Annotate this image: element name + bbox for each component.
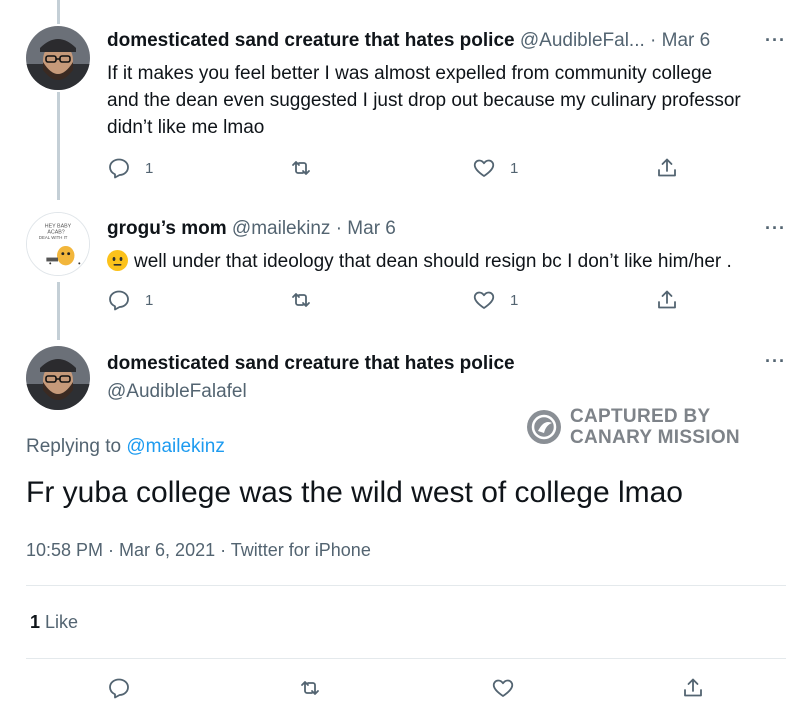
avatar-caption-3: DEAL WITH IT [39, 235, 68, 240]
tweet-text-line: didn’t like me lmao [107, 117, 265, 138]
tweet-timestamp[interactable]: 10:58 PM · Mar 6, 2021 · Twitter for iPh… [26, 540, 371, 561]
tweet-text-line: If it makes you feel better I was almost… [107, 63, 713, 84]
share-icon [684, 678, 702, 697]
tweet-header: grogu’s mom @mailekinz · Mar 6 [107, 218, 396, 240]
reply-button[interactable] [107, 676, 131, 700]
likes-label: Like [45, 612, 79, 632]
like-count: 1 [510, 159, 519, 177]
reply-button[interactable]: 1 [107, 156, 153, 180]
tweet-header: domesticated sand creature that hates po… [107, 30, 710, 52]
share-button[interactable] [655, 156, 679, 180]
like-button[interactable]: 1 [472, 288, 518, 312]
main-tweet-actions [107, 676, 707, 706]
thread-line-2 [57, 282, 60, 340]
reply-icon [109, 290, 129, 311]
heart-icon [473, 159, 495, 177]
replying-to-handle-link[interactable]: @mailekinz [126, 436, 224, 457]
avatar[interactable]: HEY BABY ACAB? DEAL WITH IT [26, 212, 90, 276]
display-name[interactable]: domesticated sand creature that hates po… [107, 353, 515, 374]
handle[interactable]: @mailekinz [232, 218, 330, 239]
like-count: 1 [510, 291, 519, 309]
replying-to: Replying to @mailekinz [26, 436, 225, 458]
thread-line-1 [57, 92, 60, 200]
avatar-photo-icon [26, 346, 90, 410]
retweet-icon [301, 681, 319, 695]
tweet-text: well under that ideology that dean shoul… [107, 248, 732, 275]
retweet-button[interactable] [289, 156, 313, 180]
avatar-photo-icon [26, 26, 90, 90]
reply-count: 1 [145, 159, 154, 177]
replying-to-label: Replying to [26, 436, 122, 457]
handle[interactable]: @AudibleFalafel [107, 381, 247, 402]
retweet-button[interactable] [298, 676, 322, 700]
more-options-icon[interactable]: ··· [765, 351, 786, 372]
share-icon [658, 158, 676, 177]
heart-icon [492, 679, 514, 697]
handle[interactable]: @AudibleFal... [520, 30, 645, 51]
tweet-actions: 1 1 [107, 288, 687, 318]
display-name[interactable]: domesticated sand creature that hates po… [107, 30, 515, 51]
avatar[interactable] [26, 26, 90, 90]
watermark-line-2: CANARY MISSION [570, 427, 740, 448]
divider [26, 585, 786, 586]
display-name[interactable]: grogu’s mom [107, 218, 227, 239]
date-separator: · [335, 218, 343, 239]
heart-icon [473, 291, 495, 309]
watermark-line-1: CAPTURED BY [570, 406, 711, 427]
tweet-date[interactable]: Mar 6 [662, 30, 711, 51]
tweet-text-body: well under that ideology that dean shoul… [134, 251, 732, 272]
watermark-text: CAPTURED BY CANARY MISSION [570, 406, 740, 448]
tweet-text: If it makes you feel better I was almost… [107, 60, 741, 141]
likes-count: 1 [30, 612, 41, 632]
like-button[interactable] [491, 676, 515, 700]
avatar-drawing-icon: HEY BABY ACAB? DEAL WITH IT [27, 213, 89, 275]
tweet-text-line: and the dean even suggested I just drop … [107, 90, 741, 111]
more-options-icon[interactable]: ··· [765, 30, 786, 51]
main-tweet-text: Fr yuba college was the wild west of col… [26, 476, 683, 509]
neutral-face-emoji-icon [107, 250, 128, 271]
divider [26, 658, 786, 659]
tweet-actions: 1 1 [107, 156, 687, 186]
retweet-icon [292, 161, 310, 175]
like-button[interactable]: 1 [472, 156, 518, 180]
thread-line-top [57, 0, 60, 24]
canary-mission-logo-icon [527, 410, 561, 444]
share-button[interactable] [655, 288, 679, 312]
main-tweet-name: domesticated sand creature that hates po… [107, 353, 515, 375]
reply-icon [109, 158, 129, 179]
reply-icon [109, 678, 129, 699]
share-icon [658, 290, 676, 309]
retweet-icon [292, 293, 310, 307]
more-options-icon[interactable]: ··· [765, 218, 786, 239]
tweet-date[interactable]: Mar 6 [347, 218, 396, 239]
main-tweet-handle: @AudibleFalafel [107, 381, 247, 403]
date-separator: · [650, 30, 657, 51]
reply-button[interactable]: 1 [107, 288, 153, 312]
reply-count: 1 [145, 291, 154, 309]
share-button[interactable] [681, 676, 705, 700]
likes-summary[interactable]: 1 Like [30, 612, 78, 633]
watermark: CAPTURED BY CANARY MISSION [526, 406, 740, 448]
retweet-button[interactable] [289, 288, 313, 312]
avatar[interactable] [26, 346, 90, 410]
